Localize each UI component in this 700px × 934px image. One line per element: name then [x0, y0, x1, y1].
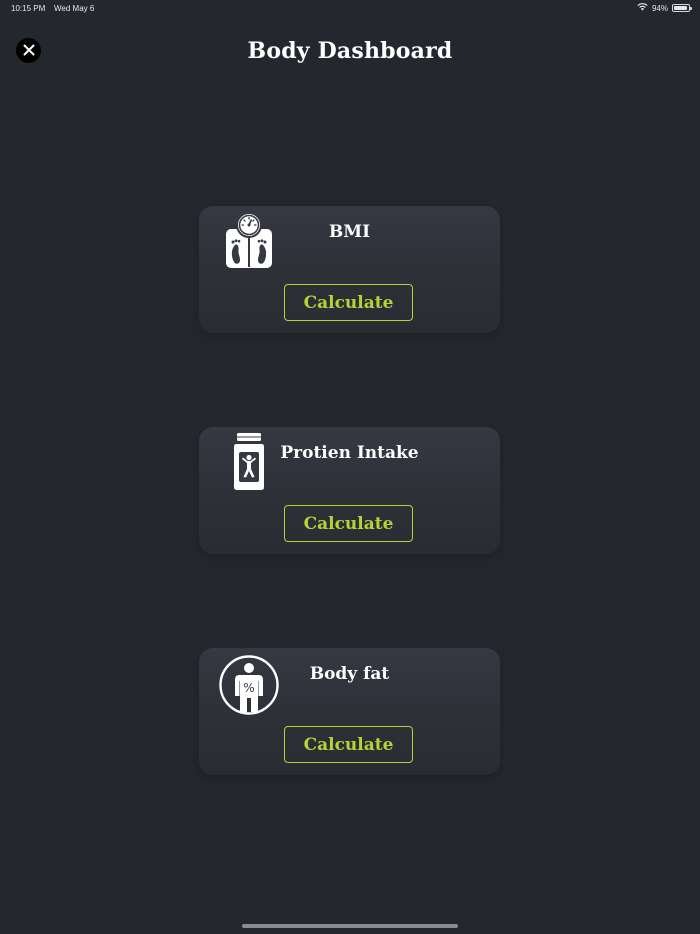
battery-icon [672, 4, 692, 12]
battery-percent: 94% [651, 3, 668, 13]
wifi-icon [637, 3, 648, 13]
status-time: 10:15 PM [11, 4, 46, 13]
app-screen: 10:15 PM Wed May 6 94% Body Dashboard BM… [0, 0, 700, 934]
status-bar: 10:15 PM Wed May 6 94% [0, 0, 700, 16]
bmi-card: BMI Calculate [199, 206, 500, 333]
bmi-title: BMI [328, 222, 371, 242]
body-fat-card: % Body fat Calculate [199, 648, 500, 775]
battery-level [674, 6, 687, 10]
body-fat-title: Body fat [309, 664, 390, 684]
status-indicators: 94% [637, 3, 692, 13]
protein-calculate-button[interactable]: Calculate [284, 505, 413, 542]
status-date: Wed May 6 [54, 4, 95, 13]
home-indicator[interactable] [242, 924, 458, 928]
bmi-calculate-button[interactable]: Calculate [284, 284, 413, 321]
body-fat-calculate-button[interactable]: Calculate [284, 726, 413, 763]
page-title: Body Dashboard [247, 38, 453, 64]
protein-intake-card: Protien Intake Calculate [199, 427, 500, 554]
protein-intake-title: Protien Intake [280, 443, 419, 463]
